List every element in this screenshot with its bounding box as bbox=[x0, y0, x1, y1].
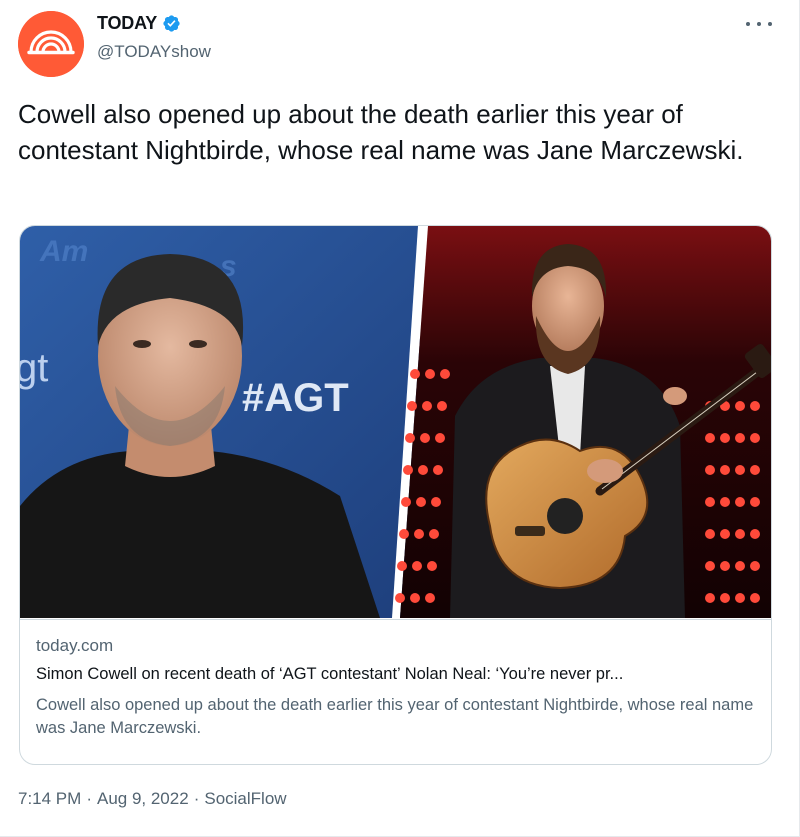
author-name-row[interactable]: TODAY bbox=[97, 13, 181, 34]
today-rainbow-logo-icon bbox=[18, 11, 84, 77]
tweet-source[interactable]: SocialFlow bbox=[204, 789, 286, 808]
card-domain: today.com bbox=[36, 636, 114, 655]
more-dot bbox=[757, 22, 761, 26]
tweet-time[interactable]: 7:14 PM bbox=[18, 789, 81, 808]
verified-badge-icon bbox=[162, 14, 181, 33]
card-info[interactable]: today.com Simon Cowell on recent death o… bbox=[20, 619, 771, 764]
card-image[interactable]: Am s gt #AGT bbox=[20, 226, 771, 618]
meta-separator: · bbox=[86, 789, 92, 808]
more-options-icon[interactable] bbox=[746, 16, 772, 32]
tweet-date[interactable]: Aug 9, 2022 bbox=[97, 789, 189, 808]
avatar[interactable] bbox=[18, 11, 84, 77]
tweet-meta: 7:14 PM · Aug 9, 2022 · SocialFlow bbox=[18, 789, 287, 809]
image-agt-text: #AGT bbox=[242, 376, 349, 420]
link-card[interactable]: Am s gt #AGT bbox=[19, 225, 772, 765]
more-dot bbox=[746, 22, 750, 26]
more-dot bbox=[768, 22, 772, 26]
svg-text:Am: Am bbox=[39, 235, 88, 268]
card-description: Cowell also opened up about the death ea… bbox=[36, 696, 754, 737]
image-gt-text: gt bbox=[20, 346, 48, 390]
display-name[interactable]: TODAY bbox=[97, 13, 157, 34]
meta-separator: · bbox=[193, 789, 200, 808]
card-title: Simon Cowell on recent death of ‘AGT con… bbox=[36, 665, 624, 683]
author-handle[interactable]: @TODAYshow bbox=[97, 42, 211, 62]
tweet-text: Cowell also opened up about the death ea… bbox=[18, 99, 744, 165]
